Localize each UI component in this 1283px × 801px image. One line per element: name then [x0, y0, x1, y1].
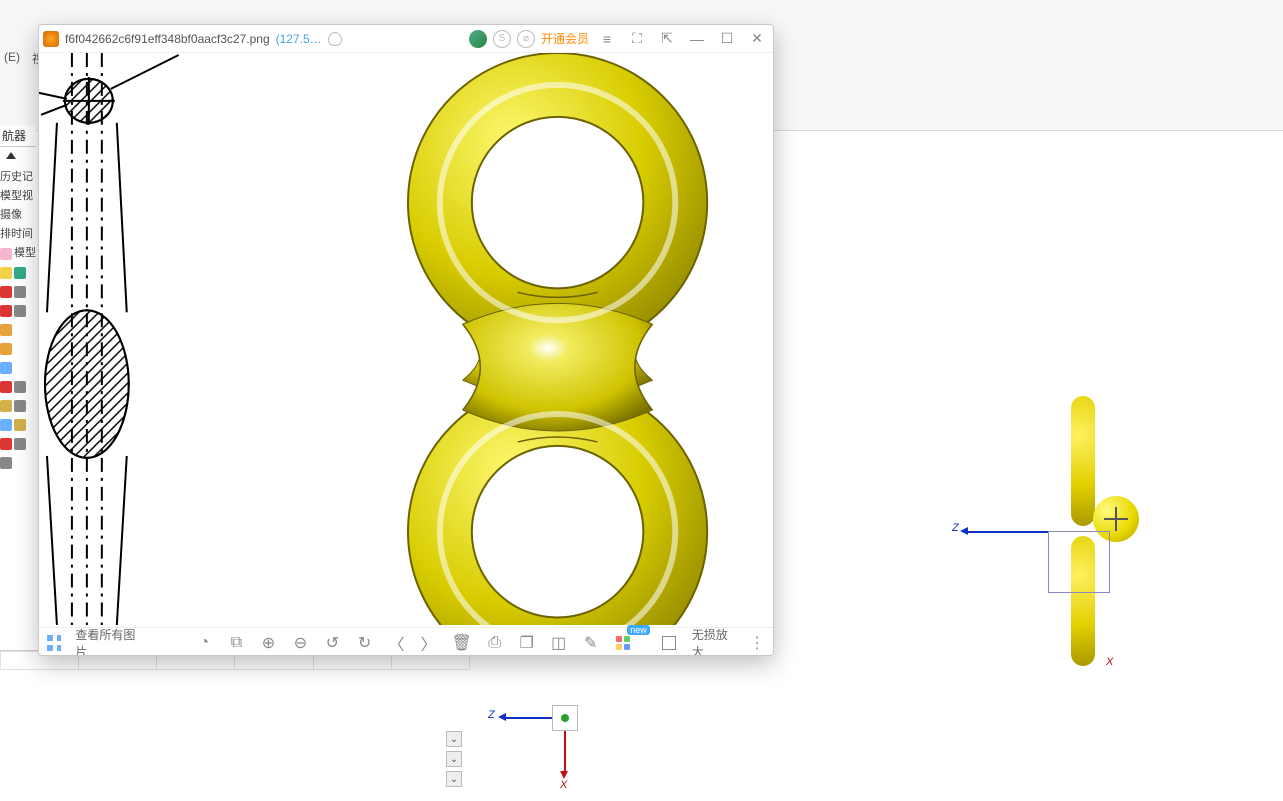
rotate-left-icon[interactable]: ↺ — [323, 633, 341, 653]
collapse-arrow-icon[interactable] — [6, 152, 16, 159]
navigator-title: 航器 — [0, 125, 36, 147]
fullscreen-icon[interactable]: ⛶ — [625, 27, 649, 51]
file-size: (127.5… — [276, 32, 322, 46]
copy-icon[interactable]: ❐ — [518, 633, 536, 653]
zoom-in-icon[interactable]: ⊕ — [259, 633, 277, 653]
tree-item — [0, 434, 36, 453]
tree-item — [0, 263, 36, 282]
dropdown-icon[interactable]: ⌄ — [446, 771, 462, 787]
prev-icon[interactable]: 〈 — [388, 633, 406, 653]
tree-item — [0, 453, 36, 472]
dropdown-icon[interactable]: ⌄ — [446, 731, 462, 747]
next-icon[interactable]: 〉 — [420, 633, 438, 653]
menu-icon[interactable]: ≡ — [595, 27, 619, 51]
pin-icon[interactable]: ⇱ — [655, 27, 679, 51]
menu-item[interactable]: (E) — [0, 48, 24, 69]
tree-item — [0, 301, 36, 320]
reference-drawing — [39, 53, 773, 625]
edit-icon[interactable]: ✎ — [582, 633, 600, 653]
model-tree[interactable]: 历史记 模型视 摄像 排时间 模型 — [0, 168, 36, 688]
expand-icon[interactable] — [660, 633, 678, 653]
tree-item: 模型视 — [0, 187, 36, 206]
tree-item: 模型 — [0, 244, 36, 263]
rotate-right-icon[interactable]: ↻ — [356, 633, 374, 653]
scan-icon[interactable]: ⌀ — [517, 30, 535, 48]
view-axes[interactable]: Z X — [500, 695, 600, 775]
tree-item: 排时间 — [0, 225, 36, 244]
tree-item: 历史记 — [0, 168, 36, 187]
grid-icon[interactable] — [47, 635, 61, 651]
maximize-icon[interactable]: ☐ — [715, 27, 739, 51]
image-viewer-window: f6f042662c6f91eff348bf0aacf3c27.png (127… — [38, 24, 774, 656]
timer-icon[interactable]: ◔ — [195, 633, 213, 653]
file-name: f6f042662c6f91eff348bf0aacf3c27.png — [65, 32, 270, 46]
close-icon[interactable]: ✕ — [745, 27, 769, 51]
avatar-icon[interactable] — [469, 30, 487, 48]
tree-item — [0, 415, 36, 434]
data-panel[interactable]: ⌄ ⌄ ⌄ — [0, 650, 470, 801]
tree-item — [0, 339, 36, 358]
tree-item — [0, 320, 36, 339]
dropdown-icon[interactable]: ⌄ — [446, 751, 462, 767]
coordinate-system: Z X — [958, 526, 1118, 626]
cloud-upload-icon[interactable] — [328, 32, 342, 46]
s-circle-icon[interactable]: S — [493, 30, 511, 48]
lossless-zoom-button[interactable]: 无损放大 — [692, 626, 735, 657]
tree-item — [0, 377, 36, 396]
compare-icon[interactable]: ◫ — [550, 633, 568, 653]
app-icon — [43, 31, 59, 47]
titlebar[interactable]: f6f042662c6f91eff348bf0aacf3c27.png (127… — [39, 25, 773, 53]
print-icon[interactable]: ⎙ — [486, 633, 504, 653]
minimize-icon[interactable]: — — [685, 27, 709, 51]
tree-item — [0, 358, 36, 377]
viewer-toolbar: 查看所有图片 ◔ ⧉ ⊕ ⊖ ↺ ↻ 〈 〉 🗑 ⎙ ❐ ◫ ✎ 无损放大 ⋮ — [39, 627, 773, 656]
apps-icon[interactable] — [614, 633, 632, 653]
tree-item — [0, 396, 36, 415]
more-icon[interactable]: ⋮ — [749, 633, 765, 653]
view-all-button[interactable]: 查看所有图片 — [75, 626, 140, 657]
crop-icon[interactable]: ⧉ — [227, 633, 245, 653]
image-canvas[interactable] — [39, 53, 773, 627]
tree-item: 摄像 — [0, 206, 36, 225]
vip-button[interactable]: 开通会员 — [541, 30, 589, 47]
tree-item — [0, 282, 36, 301]
zoom-out-icon[interactable]: ⊖ — [291, 633, 309, 653]
trash-icon[interactable]: 🗑 — [452, 633, 472, 653]
